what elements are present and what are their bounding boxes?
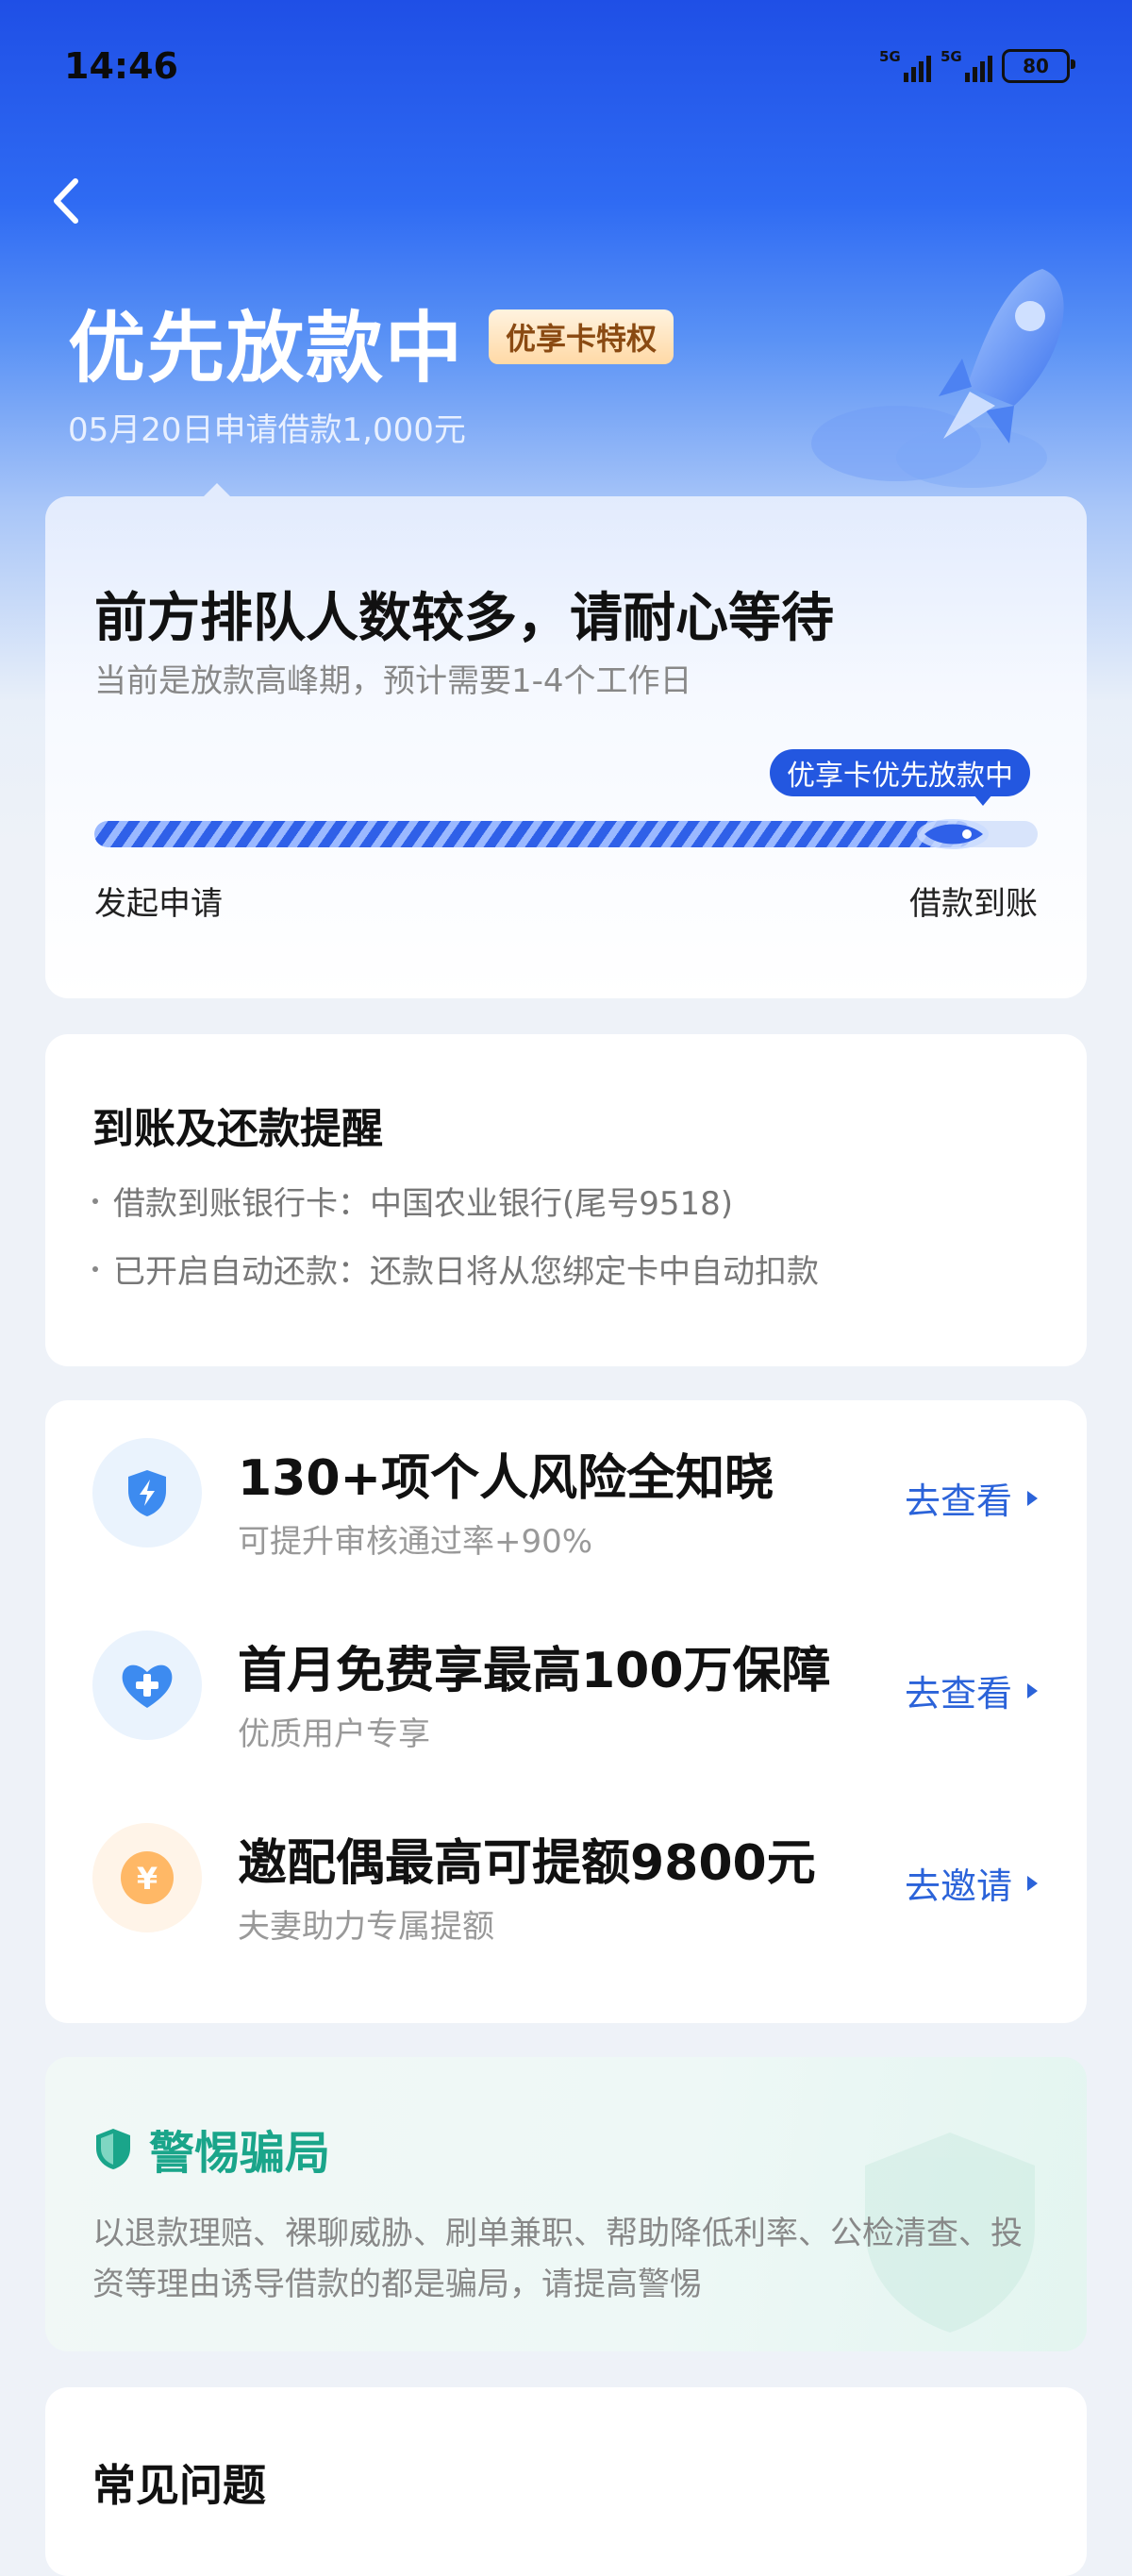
chevron-left-icon (54, 178, 78, 224)
service-spouse-invite[interactable]: ¥ 邀配偶最高可提额9800元 夫妻助力专属提额 去邀请 (45, 1785, 1087, 1955)
arrow-right-icon (1027, 1682, 1038, 1698)
services-card: 130+项个人风险全知晓 可提升审核通过率+90% 去查看 首月免费享最高100… (45, 1400, 1087, 2023)
progress-rocket-icon (917, 819, 989, 849)
service-action-link[interactable]: 去查看 (905, 1664, 1038, 1716)
svg-text:¥: ¥ (137, 1861, 158, 1897)
reminder-item-autopay: 已开启自动还款：还款日将从您绑定卡中自动扣款 (92, 1246, 819, 1292)
bullet-dot (92, 1265, 98, 1272)
fraud-warning-card: 警惕骗局 以退款理赔、裸聊威胁、刷单兼职、帮助降低利率、公检清查、投资等理由诱导… (45, 2057, 1087, 2351)
service-action-link[interactable]: 去邀请 (905, 1857, 1038, 1909)
apply-info: 05月20日申请借款1,000元 (68, 411, 466, 449)
faq-title: 常见问题 (92, 2460, 266, 2511)
service-subtitle: 可提升审核通过率+90% (238, 1523, 593, 1561)
status-icons: 5G 5G 80 (879, 48, 1075, 83)
service-title: 130+项个人风险全知晓 (238, 1450, 774, 1507)
status-bar: 14:46 5G 5G 80 (0, 0, 1132, 132)
progress-start-label: 发起申请 (94, 885, 223, 923)
service-insurance[interactable]: 首月免费享最高100万保障 优质用户专享 去查看 (45, 1593, 1087, 1763)
service-action-link[interactable]: 去查看 (905, 1472, 1038, 1524)
service-title: 邀配偶最高可提额9800元 (238, 1835, 816, 1892)
reminder-card: 到账及还款提醒 借款到账银行卡：中国农业银行(尾号9518) 已开启自动还款：还… (45, 1034, 1087, 1366)
loan-progress-card: 前方排队人数较多，请耐心等待 当前是放款高峰期，预计需要1-4个工作日 优享卡优… (45, 483, 1087, 998)
service-risk-report[interactable]: 130+项个人风险全知晓 可提升审核通过率+90% 去查看 (45, 1400, 1087, 1570)
bullet-dot (92, 1197, 98, 1204)
service-title: 首月免费享最高100万保障 (238, 1643, 831, 1699)
service-subtitle: 优质用户专享 (238, 1715, 430, 1753)
service-subtitle: 夫妻助力专属提额 (238, 1908, 494, 1946)
shield-check-icon (96, 2129, 130, 2169)
arrow-right-icon (1027, 1490, 1038, 1506)
page-title: 优先放款中 (68, 304, 465, 393)
warning-title: 警惕骗局 (92, 2116, 330, 2182)
reminder-item-bank: 借款到账银行卡：中国农业银行(尾号9518) (92, 1178, 733, 1224)
progress-fill (94, 821, 972, 847)
privilege-badge: 优享卡特权 (489, 309, 674, 364)
arrow-right-icon (1027, 1875, 1038, 1891)
reminder-title: 到账及还款提醒 (92, 1105, 383, 1153)
warning-body: 以退款理赔、裸聊威胁、刷单兼职、帮助降低利率、公检清查、投资等理由诱导借款的都是… (92, 2215, 1023, 2303)
shield-bolt-icon (92, 1438, 202, 1547)
faq-card: 常见问题 (45, 2387, 1087, 2576)
status-time: 14:46 (64, 45, 178, 87)
card-notch (202, 483, 232, 498)
yen-coin-icon: ¥ (92, 1823, 202, 1932)
signal-icon: 5G (941, 48, 992, 82)
signal-icon: 5G (879, 48, 931, 82)
priority-tooltip: 优享卡优先放款中 (770, 749, 1030, 806)
progress-end-label: 借款到账 (909, 885, 1038, 923)
progress-track (94, 821, 1038, 847)
queue-title: 前方排队人数较多，请耐心等待 (94, 588, 834, 649)
battery-icon: 80 (1002, 49, 1075, 83)
back-button[interactable] (40, 168, 96, 234)
heart-plus-icon (92, 1631, 202, 1740)
queue-subtitle: 当前是放款高峰期，预计需要1-4个工作日 (94, 662, 692, 700)
rocket-illustration (811, 269, 1064, 488)
